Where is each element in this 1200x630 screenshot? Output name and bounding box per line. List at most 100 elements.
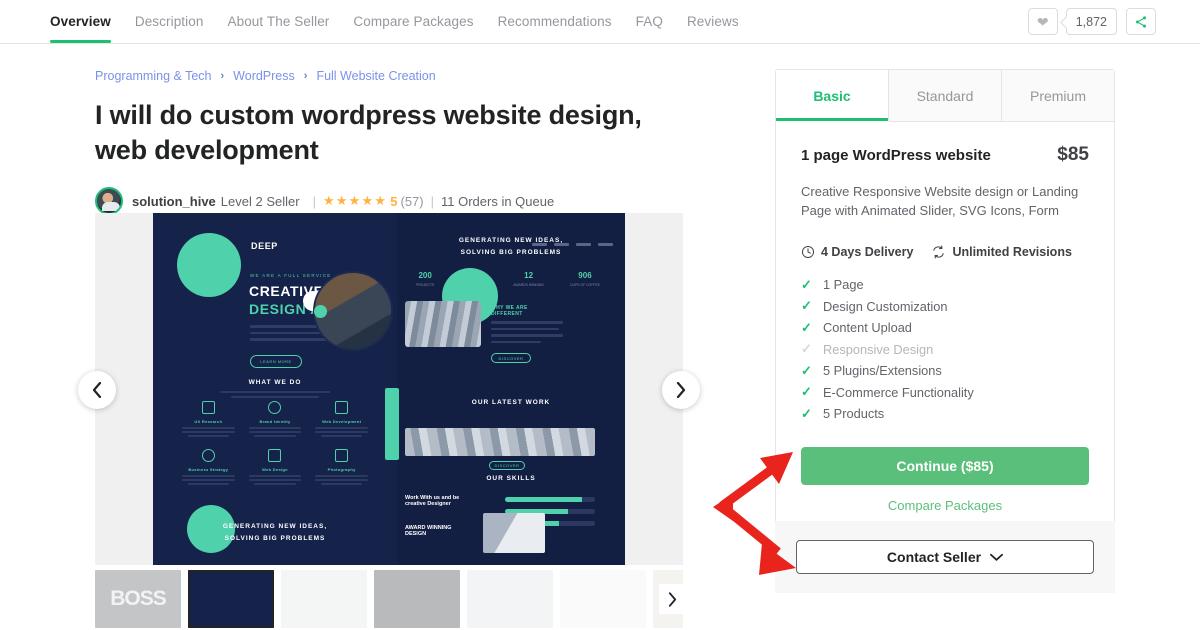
tab-compare-packages[interactable]: Compare Packages: [353, 0, 473, 43]
thumbnail-4[interactable]: [374, 570, 460, 628]
mockup-services-grid: UX Research Brand Identity Web Developme…: [179, 401, 371, 487]
package-meta: 4 Days Delivery Unlimited Revisions: [801, 245, 1089, 259]
slide-mockup: DEEP WE ARE A FULL SERVICE CREATIVE DESI…: [153, 213, 625, 565]
breadcrumb-item-1[interactable]: Programming & Tech: [95, 69, 212, 83]
package-body: 1 page WordPress website $85 Creative Re…: [776, 122, 1114, 533]
tab-recommendations[interactable]: Recommendations: [498, 0, 612, 43]
gallery-thumbnails: BOSS: [95, 570, 683, 630]
feature-label: Responsive Design: [823, 341, 934, 357]
thumbnail-5[interactable]: [467, 570, 553, 628]
thumbnail-3[interactable]: [281, 570, 367, 628]
divider: |: [430, 193, 434, 209]
gig-page: Overview Description About The Seller Co…: [0, 0, 1200, 630]
decorative-circle: [177, 233, 241, 297]
feature-label: Content Upload: [823, 320, 912, 336]
thumbnails-next-button[interactable]: [659, 584, 683, 614]
package-price: $85: [1057, 144, 1089, 165]
decorative-dot: [314, 305, 327, 318]
package-tab-standard[interactable]: Standard: [889, 70, 1002, 122]
share-button[interactable]: [1126, 8, 1156, 35]
mockup-service-item: Photography: [312, 448, 371, 487]
mockup-stat-item: 906 CUPS OF COFFEE: [570, 271, 600, 287]
mockup-stat-item: 12 AWARDS WINNING: [513, 271, 544, 287]
mockup-section-skills: OUR SKILLS: [486, 475, 536, 482]
check-icon: ✓: [801, 405, 812, 421]
tab-about-the-seller[interactable]: About The Seller: [227, 0, 329, 43]
gig-gallery: DEEP WE ARE A FULL SERVICE CREATIVE DESI…: [95, 213, 683, 565]
rating-stars-icon: ★★★★★: [322, 193, 388, 209]
thumbnail-2[interactable]: [188, 570, 274, 628]
mockup-generating-line-2: SOLVING BIG PROBLEMS: [224, 535, 326, 542]
gallery-slide[interactable]: DEEP WE ARE A FULL SERVICE CREATIVE DESI…: [153, 213, 625, 565]
revisions-label: Unlimited Revisions: [952, 244, 1072, 259]
continue-button[interactable]: Continue ($85): [801, 447, 1089, 486]
share-icon: [1135, 15, 1147, 28]
mockup-service-item: Brand Identity: [246, 401, 305, 439]
mockup-service-label: Photography: [327, 466, 356, 472]
seller-info: solution_hive Level 2 Seller | ★★★★★ 5 (…: [95, 187, 685, 216]
favorite-button[interactable]: ❤: [1027, 8, 1058, 35]
mockup-stat-value: 12: [524, 271, 534, 280]
gallery-next-button[interactable]: [662, 371, 700, 409]
mockup-award-heading: AWARD WINNING DESIGN: [405, 525, 477, 537]
tab-overview[interactable]: Overview: [50, 0, 111, 43]
check-icon: ✓: [801, 276, 812, 292]
delivery-label: 4 Days Delivery: [821, 244, 914, 259]
thumbnail-6[interactable]: [560, 570, 646, 628]
gallery-prev-button[interactable]: [78, 371, 116, 409]
mockup-stat-label: CUPS OF COFFEE: [570, 283, 600, 287]
check-icon: ✓: [801, 298, 812, 314]
mockup-subline: [220, 391, 330, 401]
package-tab-premium[interactable]: Premium: [1002, 70, 1114, 122]
tab-description[interactable]: Description: [135, 0, 204, 43]
chevron-left-icon: [92, 382, 102, 398]
delivery-time: 4 Days Delivery: [801, 245, 913, 259]
mockup-see-more-button: DISCOVER: [489, 461, 525, 470]
rating-value: 5: [390, 193, 398, 209]
package-tabs: Basic Standard Premium: [776, 70, 1114, 122]
camera-icon: [335, 448, 349, 462]
feature-item: ✓ 1 Page: [801, 277, 1089, 293]
favorite-count: 1,872: [1065, 8, 1117, 35]
arrow-vertex: [713, 494, 733, 521]
mockup-section-what-we-do: WHAT WE DO: [248, 379, 302, 386]
mockup-service-item: Web Development: [312, 401, 371, 439]
tab-reviews[interactable]: Reviews: [687, 0, 739, 43]
feature-label: 5 Plugins/Extensions: [823, 363, 942, 379]
mockup-why-line-2: DIFFERENT: [491, 311, 523, 317]
mockup-right-headline-1: GENERATING NEW IDEAS,: [458, 237, 564, 244]
compare-packages-link[interactable]: Compare Packages: [801, 498, 1089, 513]
gig-left-column: Programming & Tech › WordPress › Full We…: [95, 44, 685, 216]
contact-seller-section: Contact Seller: [775, 521, 1115, 593]
mockup-service-label: Brand Identity: [259, 419, 291, 424]
feature-item-disabled: ✓ Responsive Design: [801, 341, 1089, 357]
package-name: 1 page WordPress website: [801, 147, 991, 164]
pin-icon: [201, 448, 215, 462]
mockup-service-label: Web Design: [262, 466, 288, 472]
avatar[interactable]: [95, 187, 123, 216]
seller-username[interactable]: solution_hive: [132, 194, 216, 209]
thumbnail-label: BOSS: [110, 587, 167, 610]
mockup-service-label: UX Research: [194, 419, 223, 424]
thumbnail-1[interactable]: BOSS: [95, 570, 181, 628]
mockup-service-item: Web Design: [246, 448, 305, 487]
mockup-award-photo: [483, 513, 545, 553]
contact-seller-button[interactable]: Contact Seller: [796, 540, 1094, 574]
tab-faq[interactable]: FAQ: [636, 0, 663, 43]
chevron-right-icon: [676, 382, 686, 398]
mockup-skills-heading: Work With us and be creative Designer: [405, 495, 491, 507]
gear-icon: [268, 401, 282, 414]
nav-tabs: Overview Description About The Seller Co…: [50, 0, 739, 43]
mockup-generating-line-1: GENERATING NEW IDEAS,: [222, 523, 328, 530]
chevron-right-icon: [668, 591, 676, 607]
mockup-section-latest-work: OUR LATEST WORK: [471, 399, 551, 406]
breadcrumb-item-3[interactable]: Full Website Creation: [316, 69, 435, 83]
breadcrumb-item-2[interactable]: WordPress: [233, 69, 295, 83]
package-tab-basic[interactable]: Basic: [776, 70, 889, 122]
mockup-stats: 200 PROJECTS 54 HAPPY CLIENTS 12 AWARDS …: [403, 271, 613, 287]
package-description: Creative Responsive Website design or La…: [801, 184, 1079, 218]
check-icon: ✓: [801, 362, 812, 378]
mockup-service-label: Web Development: [322, 419, 362, 424]
check-icon: ✓: [801, 319, 812, 335]
mockup-eyebrow: WE ARE A FULL SERVICE: [250, 273, 332, 278]
